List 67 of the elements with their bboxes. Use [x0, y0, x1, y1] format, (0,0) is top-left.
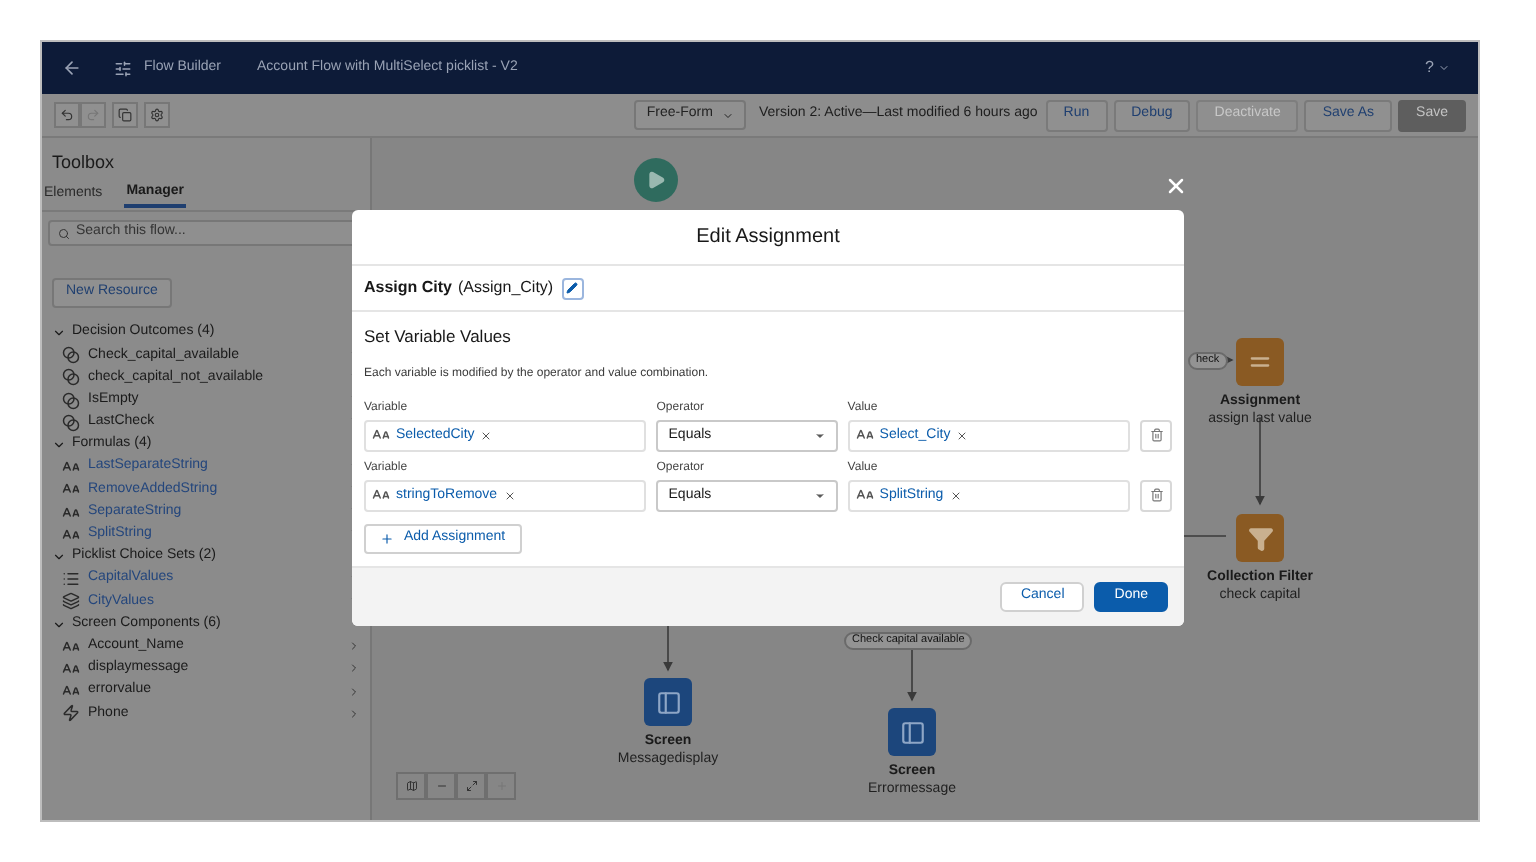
trash-icon: [1149, 488, 1164, 503]
plus-icon: [380, 531, 394, 546]
filter-icon: [1247, 525, 1273, 551]
chevron-down-icon: [52, 326, 66, 341]
connector-arrow: [907, 649, 917, 702]
map-button[interactable]: [396, 772, 426, 800]
text-type-icon: [62, 682, 80, 701]
dialog-title: Edit Assignment: [696, 224, 840, 252]
chevron-down-icon: [52, 617, 66, 632]
list-icon: [62, 570, 80, 589]
element-api-name: (Assign_City): [458, 276, 554, 300]
play-icon: [646, 170, 666, 190]
panel-title: Toolbox: [50, 150, 117, 176]
back-icon[interactable]: [62, 58, 82, 78]
remove-icon[interactable]: [480, 429, 493, 442]
text-type-icon: [62, 480, 80, 499]
text-type-icon: [62, 637, 80, 656]
connector-line: [1183, 535, 1227, 537]
caret-icon: [722, 109, 735, 121]
settings-button[interactable]: [144, 102, 170, 128]
text-type-icon: [62, 525, 80, 544]
undo-icon: [60, 108, 74, 122]
caret-icon: [1438, 62, 1450, 74]
delete-button[interactable]: [1140, 419, 1172, 452]
text-type-icon: [855, 486, 874, 505]
copy-icon: [118, 108, 132, 122]
text-type-icon: [62, 458, 80, 477]
screen-icon: [899, 719, 925, 745]
element-label: Assign City: [364, 276, 453, 300]
chevron-down-icon: [52, 549, 66, 564]
delete-button[interactable]: [1140, 479, 1172, 512]
close-icon: [1164, 174, 1188, 198]
chevron-down-icon: [52, 438, 66, 453]
remove-icon[interactable]: [956, 429, 969, 442]
map-icon: [405, 780, 417, 792]
close-button[interactable]: [1164, 174, 1188, 198]
settings-icon: [150, 108, 164, 122]
bolt-icon: [62, 704, 80, 723]
remove-icon[interactable]: [949, 489, 962, 502]
text-type-icon: [372, 486, 390, 505]
help-button[interactable]: ?: [1425, 56, 1450, 80]
fit-button[interactable]: [456, 772, 486, 800]
remove-icon[interactable]: [503, 489, 516, 502]
screen-icon: [655, 689, 681, 715]
undo-button[interactable]: [54, 102, 80, 128]
filter-node[interactable]: [1236, 514, 1284, 562]
edit-button[interactable]: [561, 277, 584, 299]
caret-icon: [813, 489, 826, 502]
trash-icon: [1149, 428, 1164, 443]
flow-icon: [114, 59, 132, 77]
section-title: Set Variable Values: [364, 324, 513, 350]
text-type-icon: [62, 503, 80, 522]
screen-node[interactable]: [644, 678, 692, 726]
assignment-node[interactable]: [1236, 338, 1284, 386]
start-node[interactable]: [634, 158, 678, 202]
text-type-icon: [62, 659, 80, 678]
layers-icon: [62, 592, 80, 611]
screen-node[interactable]: [888, 708, 936, 756]
minus-icon: [435, 780, 447, 792]
redo-icon: [86, 108, 100, 122]
pencil-icon: [566, 282, 579, 294]
text-type-icon: [855, 426, 874, 445]
search-icon: [58, 227, 70, 239]
connector-arrow: [663, 625, 673, 672]
text-type-icon: [372, 426, 390, 445]
caret-icon: [813, 429, 826, 442]
copy-button[interactable]: [112, 102, 138, 128]
